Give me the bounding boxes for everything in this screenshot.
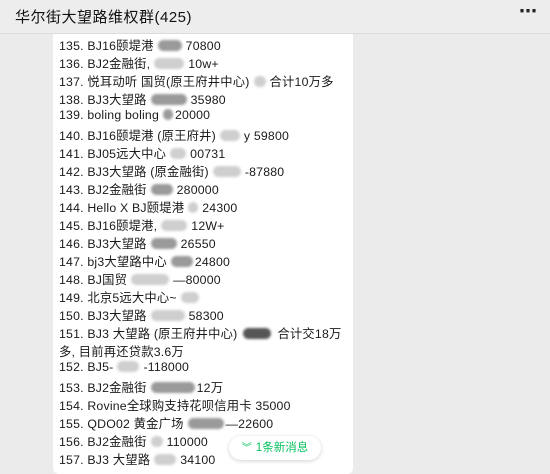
chat-header: 华尔街大望路维权群(425) ⋯ [0,0,550,34]
message-line: 139. boling boling 20000 [59,108,211,122]
message-line: 153. BJ2金融街 12万 [59,381,224,395]
message-line: 149. 北京5远大中心~ [59,288,203,306]
message-line: 144. Hello X BJ颐堤港 24300 [59,201,238,215]
message-line: 146. BJ3大望路 26550 [59,237,216,251]
message-bubble: 135. BJ16颐堤港 70800 136. BJ2金融街, 10w+ 137. … [53,34,353,474]
message-line: 137. 悦耳动听 国贸(原王府井中心) 合计10万多 [59,75,334,89]
message-line: 多, 目前再还贷款3.6万 [59,345,184,359]
message-line: 141. BJ05远大中心 00731 [59,147,226,161]
message-line: 147. bj3大望路中心 24800 [59,255,231,269]
message-line: 152. BJ5- -118000 [59,360,190,374]
chevron-double-down-icon: ︾ [241,443,252,454]
chat-title: 华尔街大望路维权群(425) [15,9,193,26]
message-line: 150. BJ3大望路 58300 [59,309,224,323]
new-messages-button[interactable]: ︾ 1条新消息 [229,436,321,460]
message-line: 156. BJ2金融街 110000 [59,435,208,449]
message-line: 154. Rovine全球购支持花呗信用卡 35000 [59,399,291,413]
message-line: 151. BJ3 大望路 (原王府井中心) 合计交18万 [59,327,342,341]
message-line: 143. BJ2金融街 280000 [59,183,219,197]
message-line: 155. QDO02 黄金广场 —22600 [59,417,274,431]
message-line: 136. BJ2金融街, 10w+ [59,57,219,71]
new-messages-label: 1条新消息 [255,442,309,454]
message-line: 145. BJ16颐堤港, 12W+ [59,219,225,233]
message-line: 148. BJ国贸 —80000 [59,273,221,287]
message-line: 135. BJ16颐堤港 70800 [59,39,221,53]
message-line: 142. BJ3大望路 (原金融街) -87880 [59,165,285,179]
message-line: 140. BJ16颐堤港 (原王府井) y 59800 [59,129,290,143]
message-line: 157. BJ3 大望路 34100 [59,453,216,467]
more-options-icon[interactable]: ⋯ [519,1,538,22]
message-line: 138. BJ3大望路 35980 [59,93,226,107]
